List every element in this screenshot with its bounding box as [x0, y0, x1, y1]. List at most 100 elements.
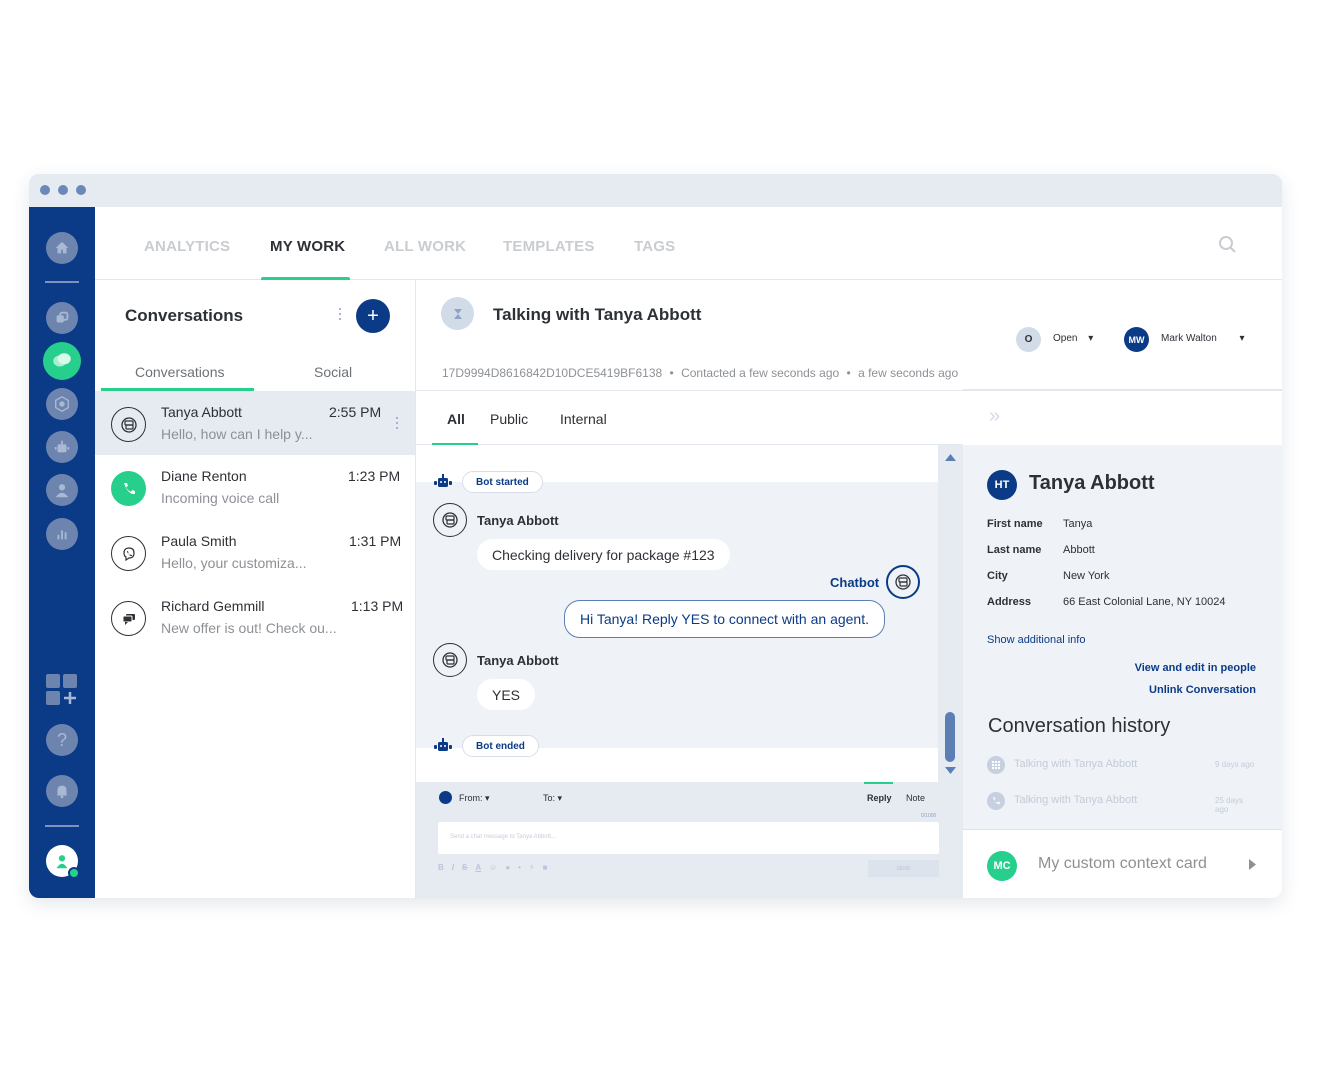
field-label: City	[987, 570, 1008, 582]
conversation-id: 17D9994D8616842D10DCE5419BF6138	[442, 366, 663, 380]
scroll-thumb[interactable]	[945, 712, 955, 762]
conversations-icon[interactable]	[43, 342, 81, 380]
contact-avatar: HT	[987, 470, 1017, 500]
home-icon[interactable]	[46, 232, 78, 264]
unlink-conversation-link[interactable]: Unlink Conversation	[1149, 684, 1256, 696]
sidebar-divider	[45, 825, 79, 827]
message-preview: Hello, your customiza...	[161, 555, 307, 571]
message-preview: Incoming voice call	[161, 490, 280, 506]
video-icon[interactable]: ■	[543, 863, 548, 872]
sender-name: Tanya Abbott	[477, 653, 559, 668]
show-additional-info-link[interactable]: Show additional info	[987, 634, 1085, 646]
assignee-dropdown[interactable]: Mark Walton ▾	[1161, 333, 1245, 344]
window-control-dot[interactable]	[76, 185, 86, 195]
sidebar: ?	[29, 207, 95, 898]
message-preview: Hello, how can I help y...	[161, 426, 313, 442]
message-preview: New offer is out! Check ou...	[161, 620, 337, 636]
sms-icon	[111, 601, 146, 636]
attachment-icon[interactable]: •	[518, 863, 521, 872]
strike-button[interactable]: S	[462, 863, 467, 872]
tab-public[interactable]: Public	[490, 411, 528, 427]
italic-button[interactable]: I	[452, 863, 454, 872]
quick-reply-icon[interactable]: ⚡	[529, 863, 535, 872]
tab-internal[interactable]: Internal	[560, 411, 607, 427]
title-bar	[29, 174, 1282, 207]
to-dropdown[interactable]: To: ▾	[543, 793, 562, 804]
tab-tags[interactable]: TAGS	[634, 238, 675, 255]
user-avatar-icon[interactable]	[46, 845, 80, 879]
network-icon[interactable]	[46, 388, 78, 420]
scroll-down-icon[interactable]	[945, 767, 956, 774]
send-button[interactable]: SEND	[868, 860, 939, 877]
channel-icon	[439, 791, 452, 804]
tab-all-work[interactable]: ALL WORK	[384, 238, 466, 255]
more-options-icon[interactable]	[339, 308, 341, 320]
bold-button[interactable]: B	[438, 863, 444, 872]
sidebar-divider	[45, 281, 79, 283]
history-item[interactable]: Talking with Tanya Abbott 9 days ago	[987, 755, 1257, 775]
tab-templates[interactable]: TEMPLATES	[503, 238, 595, 255]
chat-panel: Talking with Tanya Abbott 17D9994D861684…	[416, 280, 963, 898]
sender-name: Chatbot	[830, 575, 880, 590]
window-control-dot[interactable]	[40, 185, 50, 195]
bot-icon[interactable]	[46, 431, 78, 463]
integrations-icon[interactable]	[46, 302, 78, 334]
contact-name: Diane Renton	[161, 468, 247, 484]
context-card-label: My custom context card	[1038, 855, 1207, 872]
updated-time: a few seconds ago	[858, 366, 959, 380]
sender-name: Tanya Abbott	[477, 513, 559, 528]
conversation-item[interactable]: Tanya Abbott Hello, how can I help y... …	[95, 391, 415, 455]
keypad-icon	[987, 756, 1005, 774]
item-options-icon[interactable]	[396, 417, 398, 429]
chat-header: Talking with Tanya Abbott 17D9994D861684…	[416, 280, 963, 390]
chat-icon	[433, 503, 467, 537]
top-nav: ANALYTICS MY WORK ALL WORK TEMPLATES TAG…	[95, 207, 1282, 281]
history-title: Conversation history	[988, 715, 1171, 737]
conversation-item[interactable]: Paula Smith Hello, your customiza... 1:3…	[95, 520, 415, 584]
search-icon[interactable]	[1218, 235, 1238, 260]
people-icon[interactable]	[46, 474, 78, 506]
message-bubble: Checking delivery for package #123	[477, 539, 730, 570]
history-date: 25 days ago	[1215, 796, 1244, 814]
mode-indicator	[864, 782, 893, 784]
add-apps-icon[interactable]	[46, 674, 78, 706]
conversation-item[interactable]: Richard Gemmill New offer is out! Check …	[95, 585, 415, 649]
history-item[interactable]: Talking with Tanya Abbott 25 days ago	[987, 791, 1257, 814]
message-thread: Bot started Tanya Abbott Checking delive…	[416, 445, 938, 782]
tab-all[interactable]: All	[447, 411, 465, 427]
char-counter: 0/1000	[921, 813, 937, 819]
conversation-item[interactable]: Diane Renton Incoming voice call 1:23 PM	[95, 455, 415, 519]
message-bubble-outgoing: Hi Tanya! Reply YES to connect with an a…	[564, 600, 885, 638]
scroll-up-icon[interactable]	[945, 454, 956, 461]
timestamp: 1:31 PM	[349, 533, 402, 549]
field-value: Tanya	[1063, 518, 1093, 530]
subtab-social[interactable]: Social	[314, 364, 352, 380]
history-title-text: Talking with Tanya Abbott	[1014, 794, 1138, 806]
assignee-avatar: MW	[1124, 327, 1149, 352]
bot-started-badge: Bot started	[462, 471, 543, 493]
tab-my-work[interactable]: MY WORK	[270, 238, 345, 255]
help-icon[interactable]: ?	[46, 724, 78, 756]
from-dropdown[interactable]: From: ▾	[459, 793, 490, 804]
status-dropdown[interactable]: Open ▾	[1053, 333, 1093, 344]
field-label: First name	[987, 518, 1043, 530]
text-color-button[interactable]: A	[475, 863, 481, 872]
note-mode-tab[interactable]: Note	[906, 793, 925, 803]
context-card[interactable]: MC My custom context card	[963, 829, 1282, 898]
analytics-icon[interactable]	[46, 518, 78, 550]
scrollbar[interactable]	[938, 445, 963, 782]
timestamp: 1:13 PM	[351, 598, 404, 614]
bell-icon[interactable]	[46, 775, 78, 807]
double-chevron-right-icon[interactable]: »	[989, 405, 1000, 428]
field-label: Address	[987, 596, 1032, 608]
window-control-dot[interactable]	[58, 185, 68, 195]
reply-mode-tab[interactable]: Reply	[867, 793, 892, 803]
emoji-icon[interactable]: ☺	[489, 863, 497, 872]
view-edit-people-link[interactable]: View and edit in people	[1135, 662, 1256, 674]
chevron-right-icon[interactable]	[1249, 859, 1256, 870]
tab-analytics[interactable]: ANALYTICS	[144, 238, 230, 255]
location-icon[interactable]: ●	[505, 863, 510, 872]
add-conversation-button[interactable]: +	[356, 299, 390, 333]
message-input[interactable]: Send a chat message to Tanya Abbott...	[438, 822, 939, 854]
subtab-conversations[interactable]: Conversations	[135, 364, 225, 380]
